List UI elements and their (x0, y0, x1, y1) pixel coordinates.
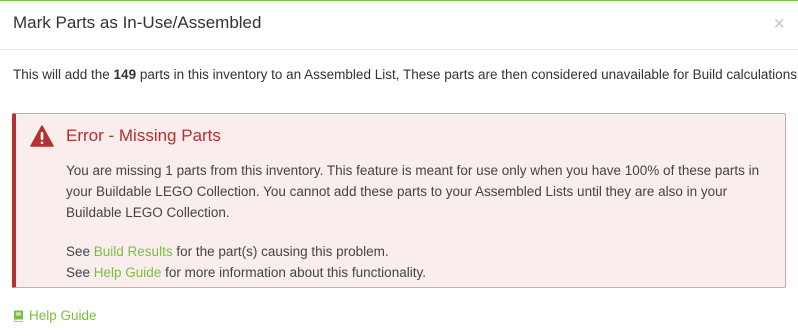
alert-message: You are missing 1 parts from this invent… (66, 163, 760, 220)
alert-title: Error - Missing Parts (66, 126, 221, 145)
build-results-line: See Build Results for the part(s) causin… (66, 244, 389, 259)
error-alert: Error - Missing Parts You are missing 1 … (12, 113, 786, 288)
intro-text: This will add the 149 parts in this inve… (13, 67, 798, 82)
modal-header: Mark Parts as In-Use/Assembled × (0, 1, 798, 50)
modal-title: Mark Parts as In-Use/Assembled (13, 13, 262, 32)
help-guide-inline-link[interactable]: Help Guide (94, 265, 162, 280)
book-icon (14, 310, 23, 322)
alert-message-block: You are missing 1 parts from this invent… (66, 160, 778, 283)
help-guide-footer-link[interactable]: Help Guide (13, 308, 97, 323)
mark-parts-modal: Mark Parts as In-Use/Assembled × This wi… (0, 0, 798, 336)
close-button[interactable]: × (773, 14, 785, 34)
help-guide-label: Help Guide (29, 308, 97, 323)
build-results-link[interactable]: Build Results (94, 244, 173, 259)
parts-count: 149 (113, 67, 137, 82)
warning-icon (30, 125, 54, 147)
help-guide-line: See Help Guide for more information abou… (66, 265, 426, 280)
